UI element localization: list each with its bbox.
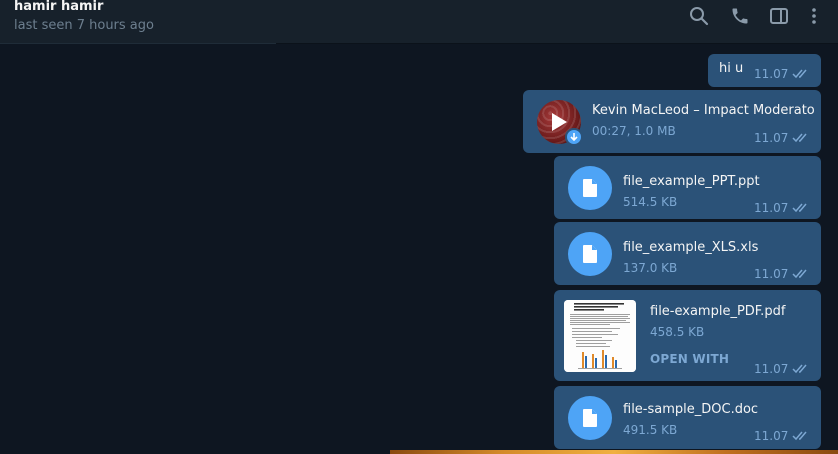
double-check-icon bbox=[792, 133, 807, 143]
document-icon bbox=[583, 245, 597, 263]
message-bubble[interactable]: hi u 11.07 bbox=[708, 54, 821, 87]
file-name[interactable]: file_example_PPT.ppt bbox=[623, 174, 760, 189]
download-arrow-icon bbox=[570, 133, 578, 142]
double-check-icon bbox=[792, 269, 807, 279]
message-time: 11.07 bbox=[754, 362, 810, 376]
file-message-bubble[interactable]: file_example_PPT.ppt 514.5 KB 11.07 bbox=[554, 156, 821, 219]
message-list[interactable]: hi u 11.07 Kevin MacLeod – Impact Modera… bbox=[0, 44, 838, 454]
time-label: 11.07 bbox=[754, 67, 789, 81]
document-icon bbox=[583, 179, 597, 197]
file-size: 514.5 KB bbox=[623, 195, 678, 209]
file-name[interactable]: file_example_XLS.xls bbox=[623, 240, 758, 255]
play-icon bbox=[552, 113, 567, 131]
phone-icon[interactable] bbox=[729, 5, 751, 27]
file-size: 458.5 KB bbox=[650, 325, 705, 339]
time-label: 11.07 bbox=[754, 362, 789, 376]
more-vertical-icon[interactable] bbox=[803, 5, 825, 27]
pdf-thumbnail[interactable] bbox=[564, 300, 636, 372]
document-icon bbox=[583, 409, 597, 427]
file-size: 137.0 KB bbox=[623, 261, 678, 275]
file-message-bubble[interactable]: file_example_XLS.xls 137.0 KB 11.07 bbox=[554, 222, 821, 285]
audio-meta: 00:27, 1.0 MB bbox=[592, 124, 676, 138]
double-check-icon bbox=[792, 364, 807, 374]
peer-status: last seen 7 hours ago bbox=[14, 18, 154, 33]
message-time: 11.07 bbox=[754, 267, 810, 281]
file-download-button[interactable] bbox=[568, 396, 612, 440]
time-label: 11.07 bbox=[754, 201, 789, 215]
double-check-icon bbox=[792, 203, 807, 213]
file-message-bubble[interactable]: file-sample_DOC.doc 491.5 KB 11.07 bbox=[554, 386, 821, 449]
audio-title: Kevin MacLeod – Impact Moderato bbox=[592, 103, 815, 118]
open-with-link[interactable]: OPEN WITH bbox=[650, 352, 729, 366]
peer-name[interactable]: hamir hamir bbox=[14, 0, 103, 14]
file-download-button[interactable] bbox=[568, 232, 612, 276]
next-media-preview[interactable] bbox=[390, 450, 838, 454]
pdf-message-bubble[interactable]: file-example_PDF.pdf 458.5 KB OPEN WITH … bbox=[554, 290, 821, 381]
pdf-preview-image bbox=[564, 300, 636, 372]
file-name[interactable]: file-sample_DOC.doc bbox=[623, 402, 758, 417]
double-check-icon bbox=[792, 69, 807, 79]
audio-message-bubble[interactable]: Kevin MacLeod – Impact Moderato 00:27, 1… bbox=[523, 90, 821, 153]
time-label: 11.07 bbox=[754, 267, 789, 281]
message-time: 11.07 bbox=[754, 67, 810, 81]
time-label: 11.07 bbox=[754, 429, 789, 443]
message-time: 11.07 bbox=[754, 429, 810, 443]
message-time: 11.07 bbox=[754, 131, 810, 145]
file-download-button[interactable] bbox=[568, 166, 612, 210]
file-size: 491.5 KB bbox=[623, 423, 678, 437]
time-label: 11.07 bbox=[754, 131, 789, 145]
download-button[interactable] bbox=[565, 128, 583, 146]
chat-header: hamir hamir last seen 7 hours ago bbox=[0, 0, 838, 44]
message-text: hi u bbox=[719, 61, 744, 76]
file-name[interactable]: file-example_PDF.pdf bbox=[650, 304, 785, 319]
sidebar-toggle-icon[interactable] bbox=[768, 5, 790, 27]
double-check-icon bbox=[792, 431, 807, 441]
search-icon[interactable] bbox=[688, 5, 710, 27]
message-time: 11.07 bbox=[754, 201, 810, 215]
